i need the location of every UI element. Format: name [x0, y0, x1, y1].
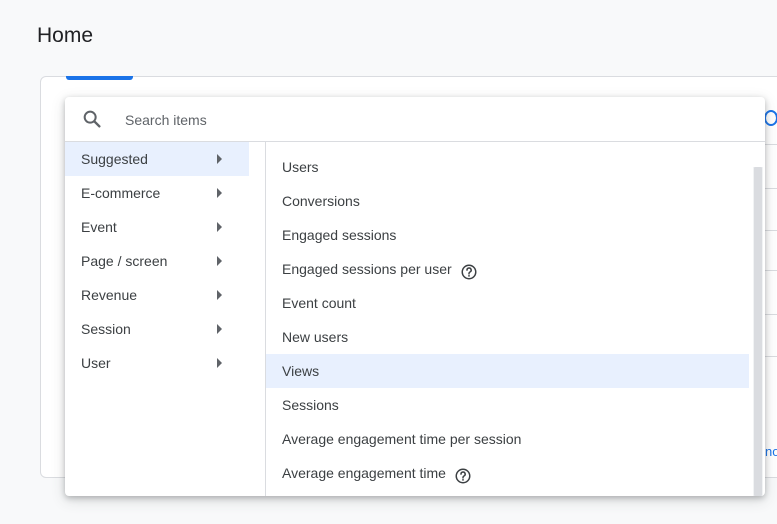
category-item[interactable]: Page / screen [65, 244, 249, 278]
help-icon[interactable] [460, 259, 478, 280]
metric-label: Users [282, 159, 319, 175]
background-table-edge [765, 110, 777, 470]
metric-label: Sessions [282, 397, 339, 413]
metric-item[interactable]: New users [266, 320, 749, 354]
metric-picker-dropdown: Suggested E-commerce Event Page / screen Rev… [65, 97, 765, 496]
metric-item[interactable]: Engaged sessions per user [266, 252, 749, 286]
category-label: User [81, 355, 111, 371]
metric-label: Conversions [282, 193, 360, 209]
scrollbar-thumb[interactable] [754, 167, 762, 496]
category-label: Page / screen [81, 253, 168, 269]
metric-item[interactable]: Engaged sessions [266, 218, 749, 252]
search-bar [65, 97, 765, 142]
metric-label: New users [282, 329, 349, 345]
category-item[interactable]: Revenue [65, 278, 249, 312]
chevron-right-icon [217, 256, 222, 266]
category-item[interactable]: E-commerce [65, 176, 249, 210]
metric-label: Average engagement time per session [282, 431, 522, 447]
metric-list: Users Conversions Engaged sessions Engaged … [266, 150, 749, 496]
chevron-right-icon [217, 290, 222, 300]
category-label: E-commerce [81, 185, 161, 201]
metric-item[interactable]: Users [266, 150, 749, 184]
metric-label: Engaged sessions [282, 227, 397, 243]
search-icon [81, 108, 103, 130]
chevron-right-icon [217, 154, 222, 164]
category-item[interactable]: Event [65, 210, 249, 244]
metric-item[interactable]: Event count [266, 286, 749, 320]
metric-label: Engaged sessions per user [282, 261, 452, 277]
metric-item[interactable]: Average engagement time per session [266, 422, 749, 456]
metric-label: Event count [282, 295, 356, 311]
metric-label: Average engagement time [282, 465, 446, 481]
category-label: Event [81, 219, 117, 235]
search-input[interactable] [123, 107, 727, 133]
category-item[interactable]: User [65, 346, 249, 380]
category-item[interactable]: Suggested [65, 142, 249, 176]
category-list: Suggested E-commerce Event Page / screen Rev… [65, 142, 265, 496]
category-label: Revenue [81, 287, 138, 303]
page-title: Home [37, 24, 94, 47]
metric-item[interactable]: Average engagement time [266, 456, 749, 490]
chevron-right-icon [217, 188, 222, 198]
chevron-right-icon [217, 222, 222, 232]
metric-item[interactable]: Sessions [266, 388, 749, 422]
metric-label: Views [282, 363, 320, 379]
chevron-right-icon [217, 324, 222, 334]
metric-item[interactable]: Views [266, 354, 749, 388]
active-tab-indicator [66, 76, 133, 80]
category-label: Suggested [81, 151, 148, 167]
page: Home no Suggested E-commerce Event Page / s… [0, 0, 777, 524]
help-icon[interactable] [454, 463, 472, 484]
category-item[interactable]: Session [65, 312, 249, 346]
metric-item[interactable]: Conversions [266, 184, 749, 218]
chevron-right-icon [217, 358, 222, 368]
background-link[interactable]: no [765, 444, 777, 459]
scrollbar[interactable] [753, 167, 763, 496]
category-label: Session [81, 321, 131, 337]
